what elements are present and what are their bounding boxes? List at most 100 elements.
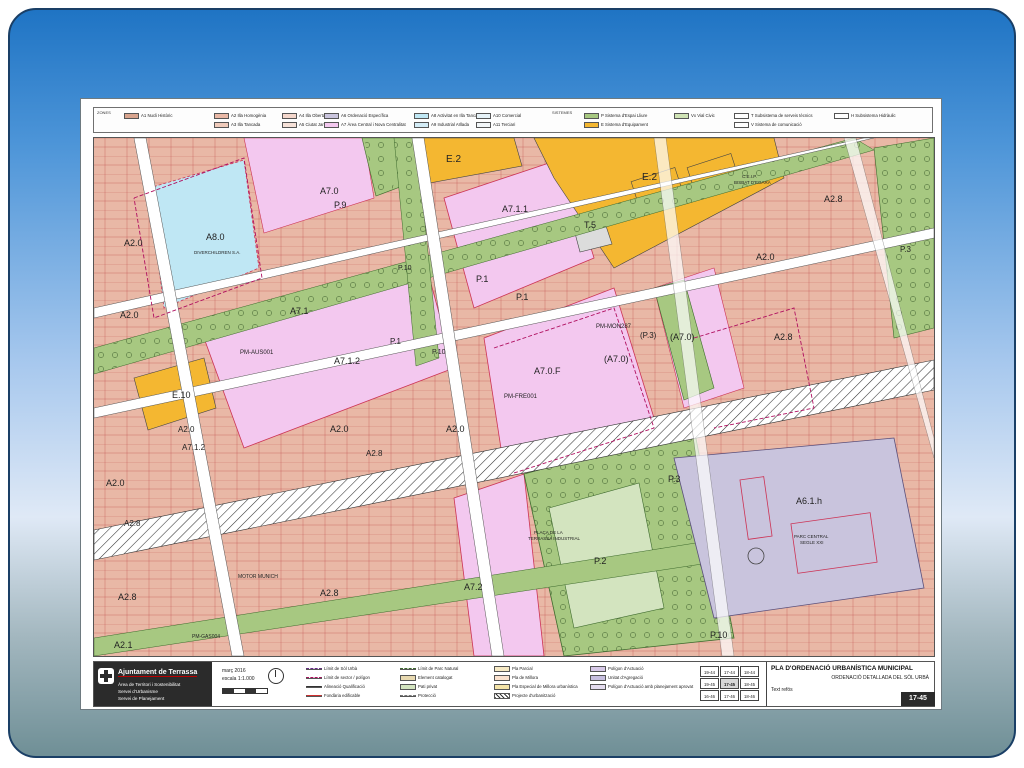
plan-title: PLA D'ORDENACIÓ URBANÍSTICA MUNICIPAL (771, 665, 913, 672)
sheet-index-cell[interactable]: 19-45 (700, 678, 719, 689)
map-zone-label: A7.1.2 (182, 443, 206, 452)
legend-line-label: Pla Especial de Millora urbanística (512, 684, 578, 690)
legend-line-item: Pla Parcial (494, 666, 533, 672)
map-zone-label: P.10 (710, 630, 727, 640)
legend-line-swatch (590, 684, 606, 690)
map-zone-label: PLAÇA DE LA (534, 530, 563, 535)
sheet-index-cell[interactable]: 19-44 (700, 666, 719, 677)
map-zone-label: A2.8 (118, 592, 137, 602)
map-date: març 2016 (222, 668, 246, 674)
legend-zone-label: A1 Nucli Històric (141, 113, 173, 119)
map-zone-label: E.2 (642, 172, 657, 183)
legend-line-item: Projecte d'urbanització (494, 693, 555, 699)
legend-line-item: Protecció (400, 693, 436, 698)
legend-line-swatch (306, 667, 322, 670)
legend-line-swatch (400, 667, 416, 670)
legend-system-label: E Sistema d'Equipament (601, 122, 648, 128)
legend-zone-label: A4 Illa Oberta (299, 113, 326, 119)
legend-zone-item: A8 Activitat en Illa Tancada (414, 113, 482, 119)
legend-line-label: Fondària edificable (324, 693, 361, 698)
legend-zone-item: A9 Industrial Aïllada (414, 122, 469, 128)
map-zone-label: P.9 (334, 200, 346, 210)
sheet-index-cell[interactable]: 18-44 (740, 666, 759, 677)
map-zone-label: BISBAT D'EGARA (734, 180, 771, 185)
sheet-index-cell[interactable]: 18-45 (740, 678, 759, 689)
legend-system-label: H Subsistema Hidràulic (851, 113, 896, 119)
legend-line-swatch (590, 666, 606, 672)
legend-line-label: Pati privat (418, 684, 438, 690)
legend-line-label: Alineació Qualificació (324, 684, 365, 689)
map-zone-label: A2.0 (106, 478, 125, 488)
sheet-index-cell[interactable]: 17-46 (720, 690, 739, 701)
map-zone-label: A2.1 (114, 640, 133, 650)
map-zone-label: A7.2 (464, 582, 483, 592)
legend-line-swatch (590, 675, 606, 681)
map-zone-label: PM-GAS004 (192, 634, 220, 640)
legend-line-label: Polígon d'Actuació (608, 666, 644, 672)
legend-system-item: T Subsistema de serveis tècnics (734, 113, 813, 119)
legend-line-label: Límit de Parc Natural (418, 666, 459, 671)
map-zone-label: A2.0 (178, 425, 195, 434)
legend-system-item: P Sistema d'Espai Lliure (584, 113, 647, 119)
slide-frame: ZONES SISTEMES A1 Nucli Històric A2 Illa … (8, 8, 1016, 758)
sheet-index-cell[interactable]: 17-44 (720, 666, 739, 677)
legend-swatch (414, 113, 429, 119)
legend-zone-label: A9 Industrial Aïllada (431, 122, 469, 128)
legend-line-item: Fondària edificable (306, 693, 360, 698)
legend-swatch (734, 122, 749, 128)
legend-swatch (734, 113, 749, 119)
map-zone-label: TERRASSA INDUSTRIAL (528, 536, 581, 541)
map-zone-label: (A7.0) (670, 332, 695, 342)
legend-zone-item: A10 Comercial (476, 113, 521, 119)
map-zone-label: (P.3) (640, 331, 657, 340)
map-zone-label: A2.0 (446, 424, 465, 434)
legend-line-label: Pla de Millora (512, 675, 539, 681)
map-zone-label: A7.0.F (534, 366, 561, 376)
map-canvas[interactable]: E.2 E.2 C.E.I.P. BISBAT D'EGARA T.5 A8.0 DIVER… (93, 137, 935, 657)
city-emblem-icon (98, 668, 114, 684)
legend-line-label: Pla Parcial (512, 666, 533, 672)
map-zone-label: P.1 (390, 337, 402, 346)
legend-zones-heading: ZONES (97, 110, 111, 115)
legend-line-label: Element catalogat (418, 675, 453, 681)
legend-system-label: T Subsistema de serveis tècnics (751, 113, 813, 119)
legend-line-label: Límit de sector / polígon (324, 675, 370, 680)
legend-system-item: H Subsistema Hidràulic (834, 113, 896, 119)
legend-zone-item: A7 Àrea Central i Nova Centralitat (324, 122, 406, 128)
map-zone-label: (A7.0) (604, 354, 629, 364)
sheet-index-cell[interactable]: 17-45 (720, 678, 739, 689)
legend-zone-label: A8 Activitat en Illa Tancada (431, 113, 483, 119)
map-zone-label: PARC CENTRAL (794, 534, 829, 539)
map-zone-label: A2.0 (330, 424, 349, 434)
legend-zone-item: A2 Illa Homogènia (214, 113, 266, 119)
map-zone-label: A2.8 (824, 194, 843, 204)
legend-swatch (834, 113, 849, 119)
legend-system-label: V Sistema de comunicació (751, 122, 802, 128)
legend-line-item: Polígon d'Actuació (590, 666, 643, 672)
legend-zone-item: A11 Terciari (476, 122, 515, 128)
zoning-map[interactable]: E.2 E.2 C.E.I.P.BISBAT D'EGARA T.5 A8.0 DIVER… (94, 138, 934, 656)
scale-bar (222, 688, 268, 694)
legend-system-item: E Sistema d'Equipament (584, 122, 648, 128)
legend-line-label: Polígon d'Actuació amb planejament aprov… (608, 684, 694, 690)
logo-line-1: Àrea de Territori i Sostenibilitat (118, 682, 181, 687)
legend-zone-label: A7 Àrea Central i Nova Centralitat (341, 122, 406, 128)
logo-line-2: Servei d'Urbanisme (118, 689, 158, 694)
map-zone-label: A2.0 (124, 238, 143, 248)
map-zone-label: P.2 (594, 556, 606, 566)
legend-zone-label: A2 Illa Homogènia (231, 113, 267, 119)
legend-zone-item: A6 Ordenació Específica (324, 113, 388, 119)
legend-line-swatch (494, 684, 510, 690)
sheet-index-grid: 19-44 17-44 18-44 19-45 17-45 18-45 16-46 17-46… (700, 666, 760, 702)
map-zone-label: A8.0 (206, 232, 225, 242)
map-zone-label: PM-FRE001 (504, 394, 538, 400)
sheet-index-cell[interactable]: 16-46 (700, 690, 719, 701)
sheet-index-cell[interactable]: 18-46 (740, 690, 759, 701)
map-zone-label: A6.1.h (796, 496, 822, 506)
legend-swatch (476, 122, 491, 128)
legend-line-item: Límit de Sòl Urbà (306, 666, 357, 671)
map-zone-label: A2.8 (320, 588, 339, 598)
map-zone-label: P.3 (900, 245, 912, 254)
map-zone-label: P.1 (516, 292, 528, 302)
legend-line-item: Límit de sector / polígon (306, 675, 370, 680)
